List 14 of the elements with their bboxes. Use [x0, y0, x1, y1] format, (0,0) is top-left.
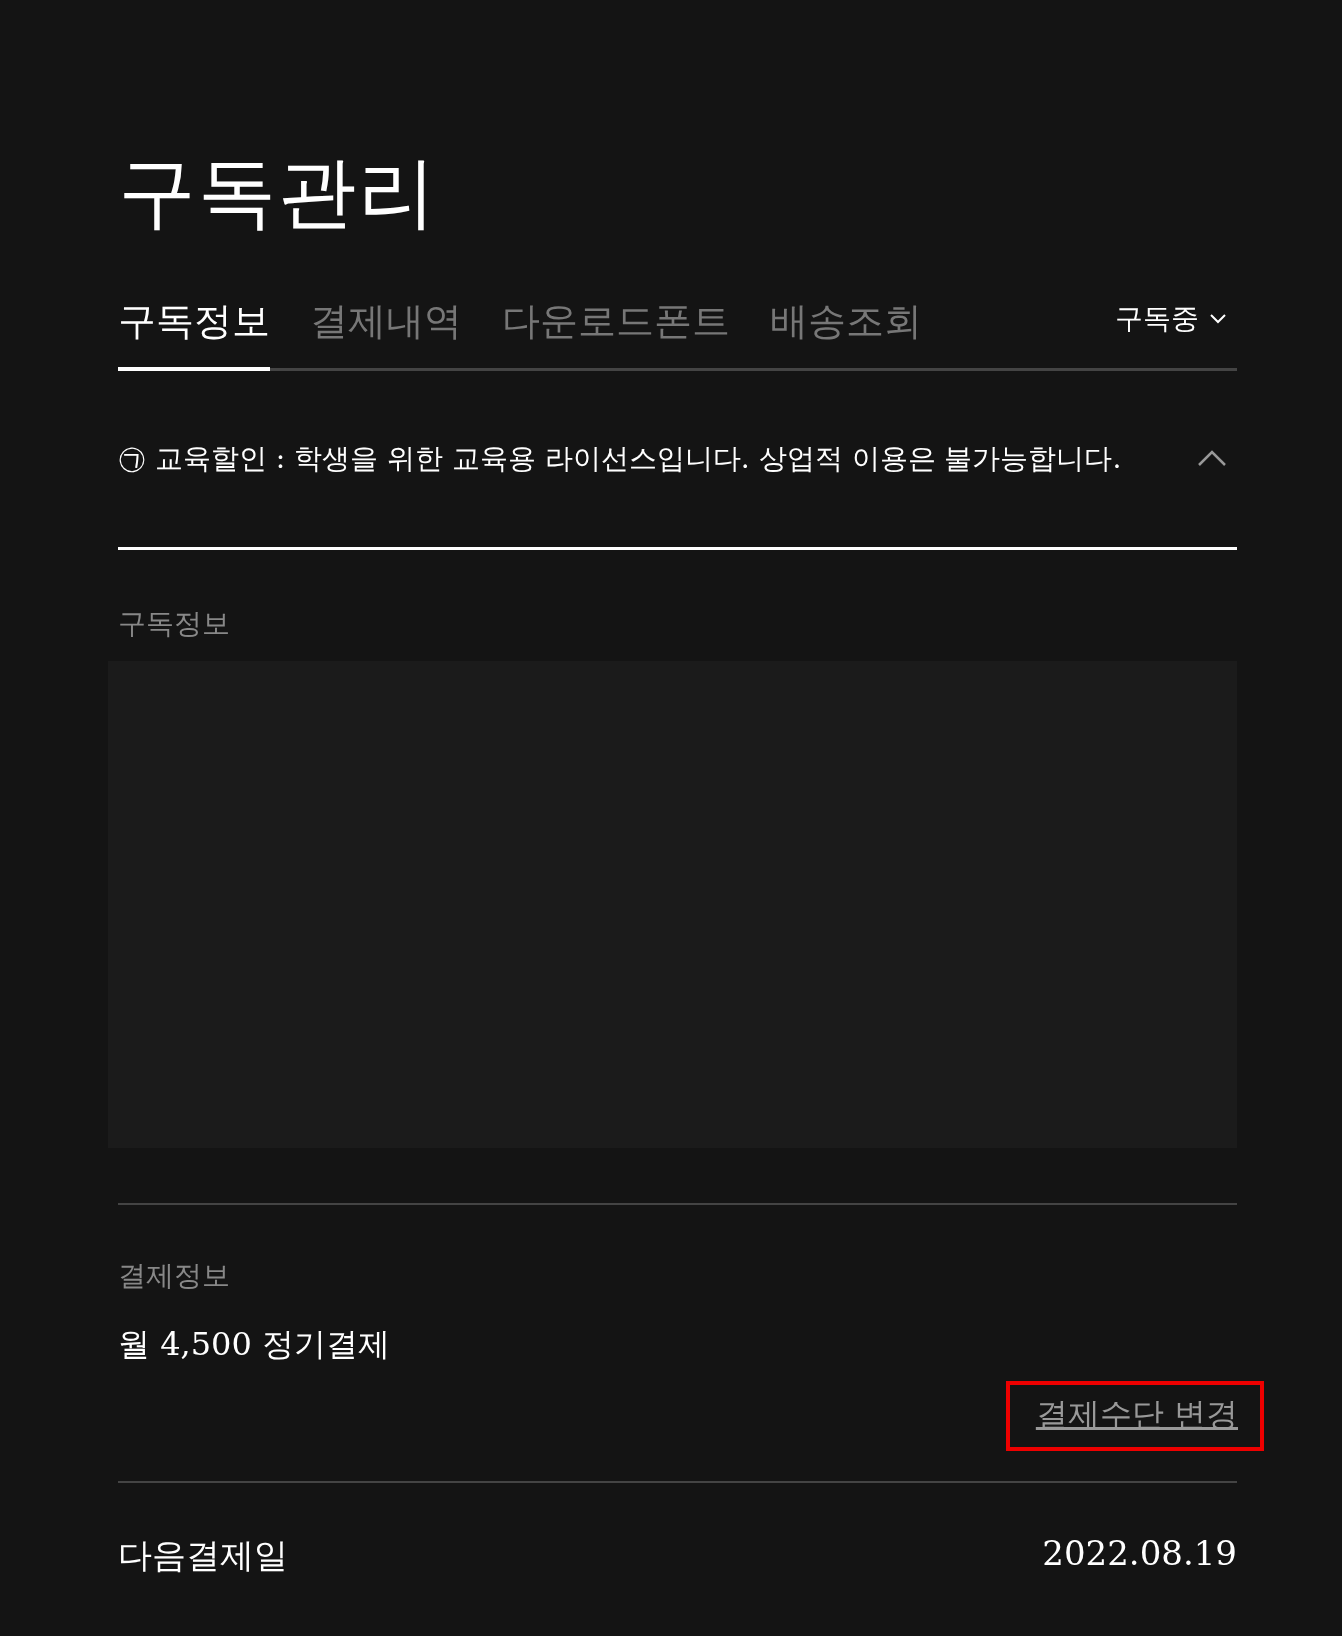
section-label: 결제정보	[118, 1258, 231, 1295]
page-title: 구독관리	[118, 150, 439, 236]
next-payment-label: 다음결제일	[118, 1534, 288, 1578]
tab[interactable]: 다운로드폰트	[502, 295, 730, 371]
notice-text: ㉠ 교육할인 : 학생을 위한 교육용 라이선스입니다. 상업적 이용은 불가능합니다.	[118, 440, 1122, 477]
section-label: 구독정보	[118, 606, 231, 643]
chevron-up-icon	[1197, 448, 1227, 467]
tab[interactable]: 배송조회	[770, 295, 922, 371]
plan-text: 월 4,500 정기결제	[118, 1324, 391, 1366]
chevron-down-icon	[1209, 312, 1227, 325]
next-payment-date: 2022.08.19	[1042, 1533, 1237, 1576]
tab[interactable]: 구독정보	[118, 295, 270, 371]
status-dropdown[interactable]: 구독중	[1115, 299, 1237, 368]
tab[interactable]: 결제내역	[310, 295, 462, 371]
